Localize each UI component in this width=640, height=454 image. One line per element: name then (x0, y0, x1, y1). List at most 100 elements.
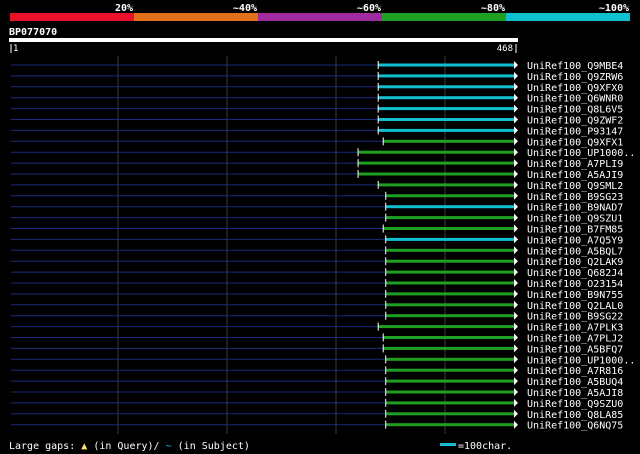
hit-row[interactable]: UniRef100_A5AJI9 (11, 170, 623, 181)
hit-label[interactable]: UniRef100_UP1000.. (527, 355, 635, 366)
hit-row[interactable]: UniRef100_A7PLI9 (11, 159, 623, 170)
hit-arrow-icon (514, 355, 518, 364)
hit-row[interactable]: UniRef100_Q9SZU0 (11, 398, 623, 410)
hit-row[interactable]: UniRef100_B9NAD7 (11, 202, 623, 214)
hit-row[interactable]: UniRef100_A7Q5Y9 (11, 235, 623, 246)
hit-arrow-icon (514, 333, 518, 342)
hit-label[interactable]: UniRef100_Q2LAK9 (527, 257, 623, 268)
hit-arrow-icon (514, 93, 518, 102)
hit-row[interactable]: UniRef100_Q9ZWF2 (11, 115, 623, 127)
hit-label[interactable]: UniRef100_A5AJI9 (527, 170, 623, 181)
hit-label[interactable]: UniRef100_B9NAD7 (527, 203, 623, 214)
hit-label[interactable]: UniRef100_Q6WNR0 (527, 94, 623, 105)
hit-row[interactable]: UniRef100_Q2LAK9 (11, 257, 623, 268)
hit-arrow-icon (514, 398, 518, 407)
hit-row[interactable]: UniRef100_Q2LAL0 (11, 300, 623, 312)
hit-arrow-icon (514, 420, 518, 429)
query-id: BP077070 (9, 27, 57, 38)
hit-label[interactable]: UniRef100_P93147 (527, 126, 623, 137)
hit-label[interactable]: UniRef100_Q9XFX0 (527, 83, 623, 94)
query-gap-text: (in Query)/ (93, 441, 159, 452)
hit-row[interactable]: UniRef100_Q9XFX1 (11, 137, 623, 148)
hit-alignment (385, 205, 514, 209)
hit-row[interactable]: UniRef100_Q9MBE4 (11, 61, 623, 72)
hit-alignment (385, 281, 514, 285)
hit-label[interactable]: UniRef100_Q9SZU0 (527, 399, 623, 410)
hit-arrow-icon (514, 377, 518, 386)
hit-row[interactable]: UniRef100_UP1000.. (11, 148, 635, 159)
hit-row[interactable]: UniRef100_Q9ZRW6 (11, 71, 623, 83)
hit-alignment (383, 336, 514, 339)
hit-label[interactable]: UniRef100_Q8LA85 (527, 410, 623, 421)
hit-row[interactable]: UniRef100_Q8L6V5 (11, 104, 623, 116)
hit-label[interactable]: UniRef100_B7FM85 (527, 225, 623, 236)
hit-alignment (385, 401, 514, 405)
identity-segment (134, 13, 258, 21)
hit-row[interactable]: UniRef100_UP1000.. (11, 355, 635, 366)
hit-label[interactable]: UniRef100_A5BUQ4 (527, 377, 623, 388)
hit-row[interactable]: UniRef100_Q9SZU1 (11, 213, 623, 225)
identity-label: ~100% (599, 3, 629, 14)
hit-arrow-icon (514, 61, 518, 69)
hit-row[interactable]: UniRef100_Q9XFX0 (11, 82, 623, 94)
hit-row[interactable]: UniRef100_A7PLK3 (11, 322, 623, 334)
hit-label[interactable]: UniRef100_Q682J4 (527, 268, 623, 279)
hit-label[interactable]: UniRef100_Q9SZU1 (527, 214, 623, 225)
hit-label[interactable]: UniRef100_B9N755 (527, 290, 623, 301)
hit-label[interactable]: UniRef100_A5BQL7 (527, 246, 623, 257)
query-bar (9, 38, 518, 42)
identity-segment (506, 13, 630, 21)
hit-arrow-icon (514, 159, 518, 168)
hit-alignment (383, 139, 514, 143)
hit-row[interactable]: UniRef100_Q6WNR0 (11, 93, 623, 105)
hit-label[interactable]: UniRef100_Q9ZRW6 (527, 72, 623, 83)
hit-label[interactable]: UniRef100_B9SG22 (527, 312, 623, 323)
hit-label[interactable]: UniRef100_A7PLI9 (527, 159, 623, 170)
hit-row[interactable]: UniRef100_A5AJI8 (11, 388, 623, 399)
hit-row[interactable]: UniRef100_B9N755 (11, 289, 623, 301)
hit-label[interactable]: UniRef100_A5AJI8 (527, 388, 623, 399)
hit-label[interactable]: UniRef100_UP1000.. (527, 148, 635, 159)
hit-arrow-icon (514, 71, 518, 80)
hit-label[interactable]: UniRef100_A5BFQ7 (527, 344, 623, 355)
hit-row[interactable]: UniRef100_Q9SML2 (11, 180, 623, 192)
hit-label[interactable]: UniRef100_Q9SML2 (527, 181, 623, 192)
subject-gap-marker: ~ (166, 441, 172, 452)
hit-row[interactable]: UniRef100_B9SG22 (11, 311, 623, 323)
hit-row[interactable]: UniRef100_A7PLJ2 (11, 333, 623, 345)
hit-row[interactable]: UniRef100_Q6NQ75 (11, 420, 623, 432)
hit-label[interactable]: UniRef100_Q6NQ75 (527, 421, 623, 432)
subject-gap-text: (in Subject) (178, 441, 250, 452)
hit-alignment (385, 194, 514, 198)
hit-alignment (383, 227, 514, 230)
hit-label[interactable]: UniRef100_A7PLK3 (527, 323, 623, 334)
hit-label[interactable]: UniRef100_Q2LAL0 (527, 301, 623, 312)
hit-row[interactable]: UniRef100_A5BUQ4 (11, 377, 623, 388)
hit-label[interactable]: UniRef100_B9SG23 (527, 192, 623, 203)
hit-row[interactable]: UniRef100_A7R816 (11, 366, 623, 377)
hit-label[interactable]: UniRef100_A7R816 (527, 366, 623, 377)
hit-alignment (358, 150, 514, 154)
hit-label[interactable]: UniRef100_Q9MBE4 (527, 61, 623, 72)
identity-segment (382, 13, 506, 21)
hit-label[interactable]: UniRef100_A7Q5Y9 (527, 235, 623, 246)
hit-arrow-icon (514, 289, 518, 298)
hit-row[interactable]: UniRef100_Q8LA85 (11, 409, 623, 421)
hit-row[interactable]: UniRef100_A5BQL7 (11, 246, 623, 257)
gaps-label: Large gaps: (9, 441, 75, 452)
hit-row[interactable]: UniRef100_B9SG23 (11, 191, 623, 203)
hit-alignment (358, 172, 514, 176)
hit-label[interactable]: UniRef100_Q8L6V5 (527, 105, 623, 116)
hit-row[interactable]: UniRef100_B7FM85 (11, 224, 623, 236)
hit-label[interactable]: UniRef100_O23154 (527, 279, 623, 290)
hit-label[interactable]: UniRef100_Q9ZWF2 (527, 116, 623, 127)
hit-arrow-icon (514, 202, 518, 211)
hit-row[interactable]: UniRef100_A5BFQ7 (11, 344, 623, 355)
hit-alignment (385, 390, 514, 394)
hit-row[interactable]: UniRef100_O23154 (11, 279, 623, 290)
hit-row[interactable]: UniRef100_P93147 (11, 126, 623, 137)
hit-label[interactable]: UniRef100_Q9XFX1 (527, 137, 623, 148)
hit-arrow-icon (514, 235, 518, 244)
hit-label[interactable]: UniRef100_A7PLJ2 (527, 334, 623, 345)
hit-row[interactable]: UniRef100_Q682J4 (11, 268, 623, 279)
